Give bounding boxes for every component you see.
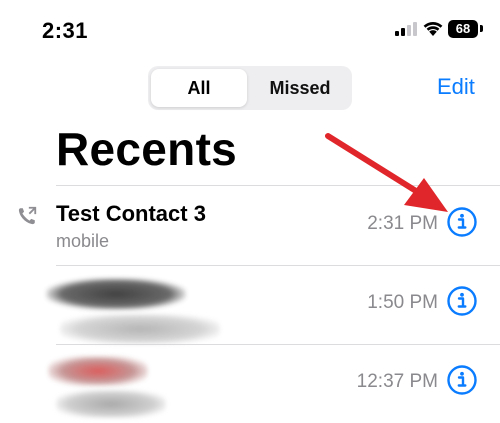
filter-missed-segment[interactable]: Missed bbox=[251, 69, 349, 107]
call-row-test-contact-3[interactable]: Test Contact 3 mobile 2:31 PM bbox=[0, 187, 500, 265]
filter-all-segment[interactable]: All bbox=[151, 69, 247, 107]
battery-level: 68 bbox=[455, 21, 471, 36]
edit-button[interactable]: Edit bbox=[437, 74, 475, 100]
recents-filter-segmented-control: All Missed bbox=[148, 66, 352, 110]
page-title: Recents bbox=[56, 123, 238, 175]
info-icon[interactable] bbox=[446, 206, 478, 238]
wifi-icon bbox=[423, 22, 443, 36]
call-time: 2:31 PM bbox=[367, 213, 438, 234]
info-icon[interactable] bbox=[446, 285, 478, 317]
redacted-contact-name bbox=[48, 356, 148, 386]
info-icon[interactable] bbox=[446, 364, 478, 396]
cellular-signal-icon bbox=[395, 22, 417, 36]
redacted-contact-subtitle bbox=[60, 314, 220, 344]
list-divider bbox=[56, 185, 500, 186]
contact-name: Test Contact 3 bbox=[56, 201, 206, 226]
battery-icon: 68 bbox=[448, 20, 478, 38]
redacted-contact-name bbox=[46, 278, 186, 310]
status-bar: 2:31 68 bbox=[0, 0, 500, 60]
battery-cap bbox=[480, 25, 483, 32]
call-type-label: mobile bbox=[56, 231, 110, 251]
call-time: 1:50 PM bbox=[367, 292, 438, 313]
redacted-contact-subtitle bbox=[56, 390, 166, 418]
status-time: 2:31 bbox=[42, 18, 89, 43]
call-time: 12:37 PM bbox=[356, 371, 438, 392]
outgoing-call-icon bbox=[18, 206, 37, 225]
